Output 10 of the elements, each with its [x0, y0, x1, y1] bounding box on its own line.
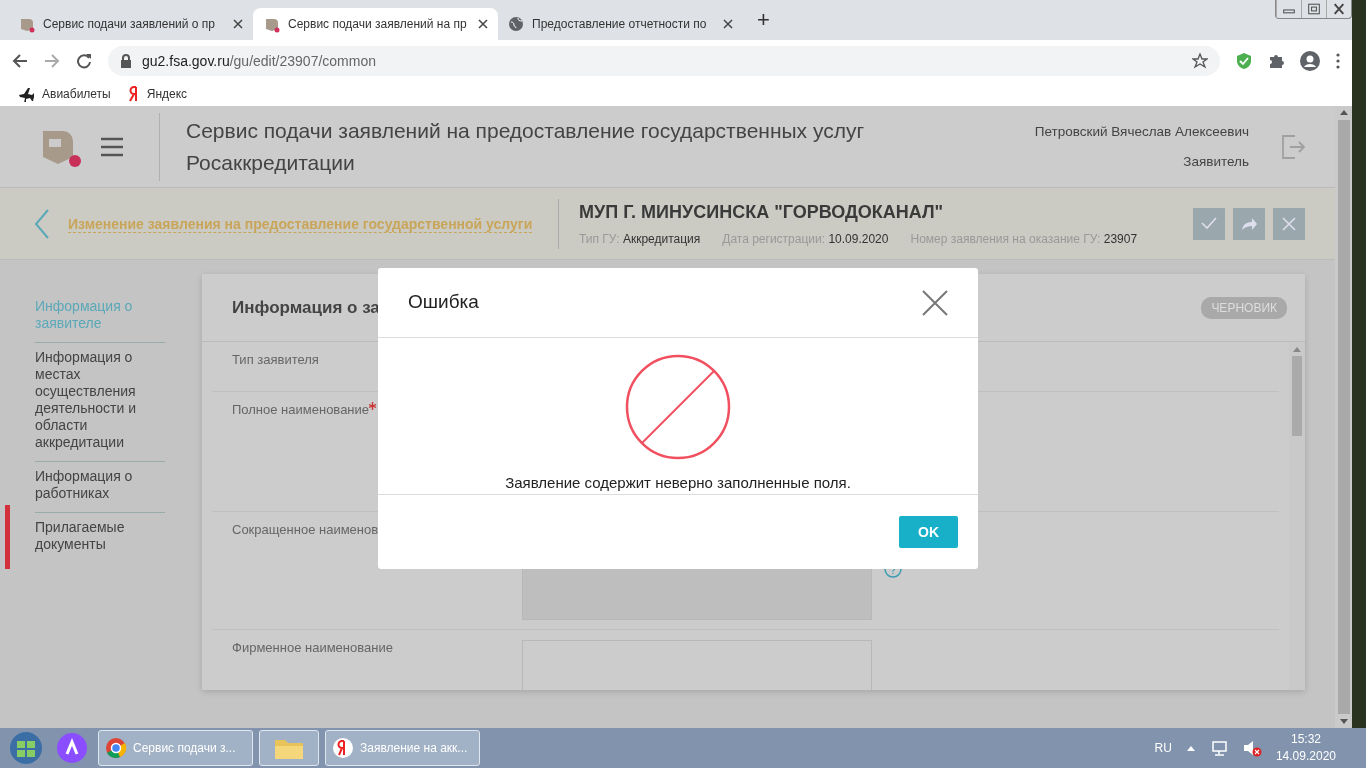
field-label: Сокращенное наименов: [231, 521, 380, 539]
organization-name: МУП Г. МИНУСИНСКА "ГОРВОДОКАНАЛ": [579, 201, 945, 224]
field-label: Фирменное наименование: [231, 639, 394, 657]
user-name: Петровский Вячеслав Алексеевич: [1034, 122, 1249, 141]
page-title: Сервис подачи заявлений на предоставление государственных услуг Росаккредитации: [185, 118, 866, 176]
url-text: gu2.fsa.gov.ru/gu/edit/23907/common: [142, 51, 376, 71]
error-message: Заявление содержит неверно заполненные поля.: [505, 472, 851, 493]
user-role: Заявитель: [1182, 152, 1249, 171]
dialog-title: Ошибка: [408, 290, 479, 315]
field-label: Тип заявителя: [231, 351, 320, 369]
